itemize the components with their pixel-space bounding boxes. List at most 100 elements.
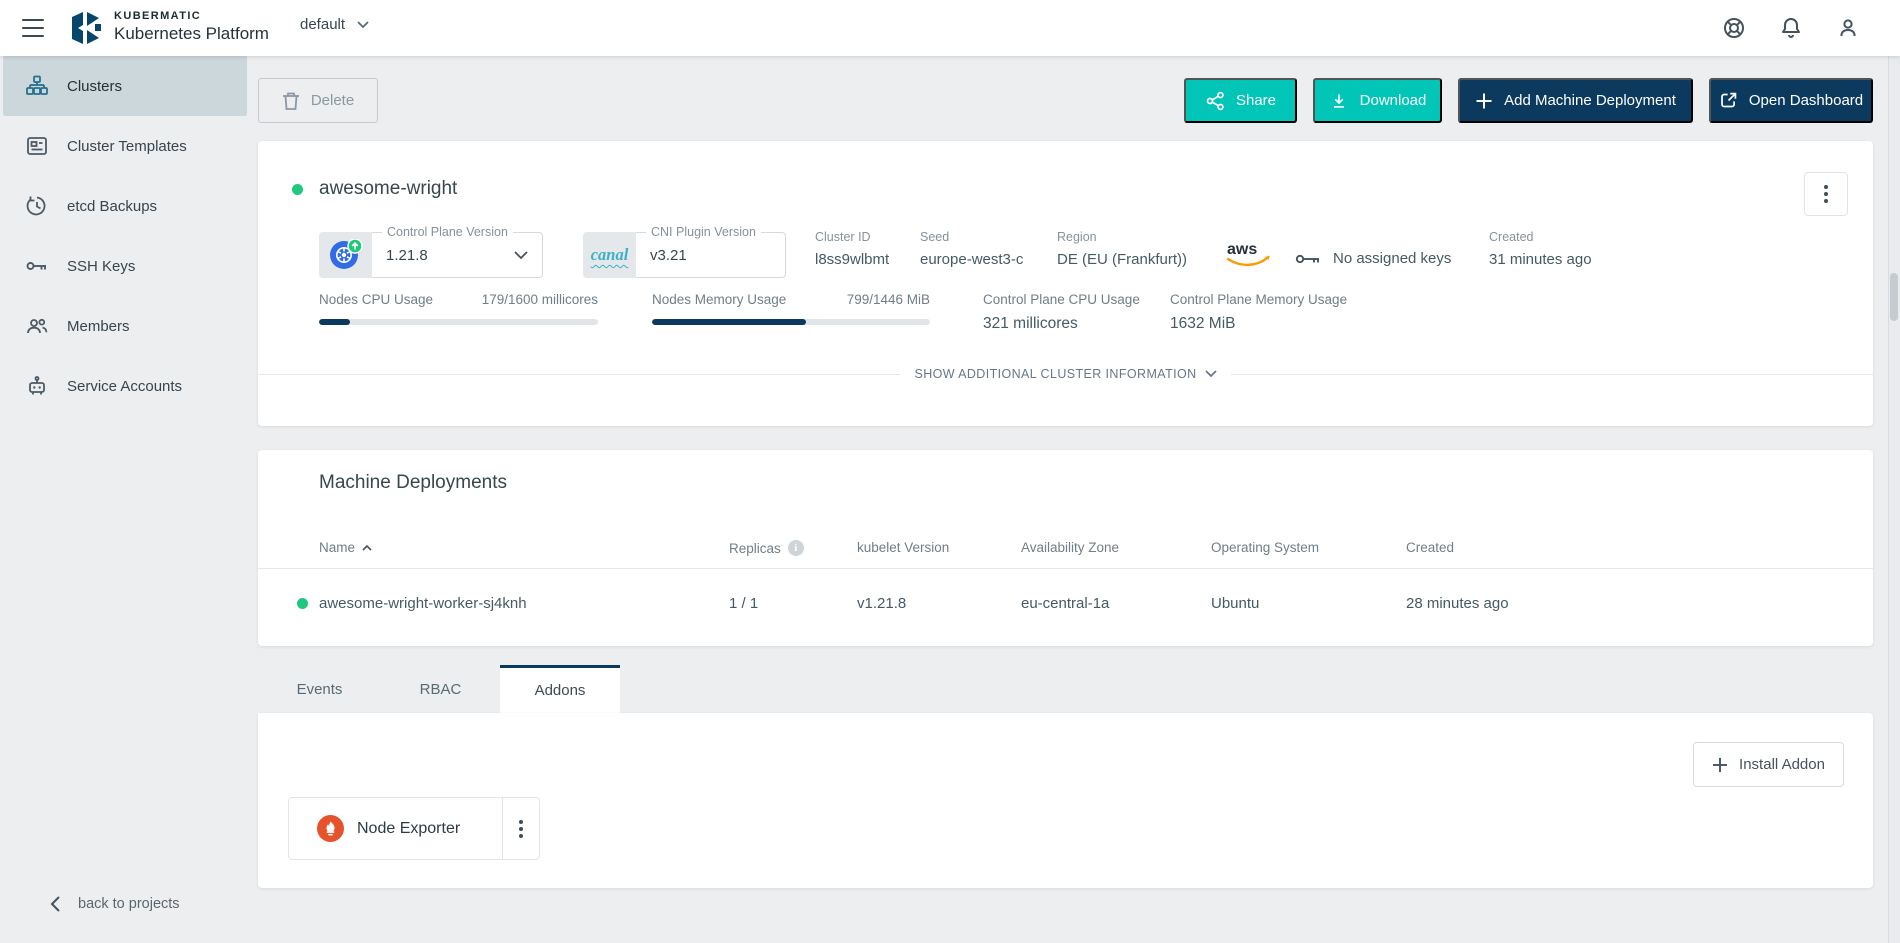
control-plane-version-label: Control Plane Version — [382, 225, 513, 239]
nodes-memory-value: 799/1446 MiB — [847, 292, 930, 307]
region-label: Region — [1057, 230, 1187, 244]
control-plane-memory-usage: Control Plane Memory Usage 1632 MiB — [1170, 292, 1347, 333]
show-additional-cluster-information-toggle[interactable]: SHOW ADDITIONAL CLUSTER INFORMATION — [258, 365, 1873, 383]
cluster-name: awesome-wright — [319, 178, 457, 200]
cluster-toolbar: Delete Share — [258, 78, 1873, 123]
nodes-cpu-progressbar — [319, 319, 598, 325]
sidebar-item-clusters[interactable]: Clusters — [3, 56, 247, 116]
share-icon — [1205, 90, 1225, 112]
main-content: Delete Share — [250, 56, 1888, 943]
scrollbar-thumb[interactable] — [1890, 273, 1898, 321]
addon-card-node-exporter: Node Exporter — [288, 797, 540, 860]
tab-events[interactable]: Events — [258, 665, 381, 713]
external-link-icon — [1719, 91, 1738, 110]
download-icon — [1329, 90, 1349, 112]
md-status-dot — [297, 598, 308, 609]
addon-info: Node Exporter — [289, 798, 502, 859]
tab-rbac[interactable]: RBAC — [381, 665, 500, 713]
top-header: KUBERMATIC Kubernetes Platform default — [0, 0, 1900, 56]
chevron-down-icon — [514, 251, 528, 260]
plus-icon — [1475, 92, 1493, 110]
key-icon — [1295, 252, 1321, 266]
md-kubelet-version: v1.21.8 — [857, 595, 906, 612]
sidebar-item-ssh-keys[interactable]: SSH Keys — [3, 236, 247, 296]
sidebar-item-cluster-templates[interactable]: Cluster Templates — [3, 116, 247, 176]
cluster-actions-kebab-button[interactable] — [1804, 172, 1848, 216]
app-root: KUBERMATIC Kubernetes Platform default — [0, 0, 1900, 943]
user-account-icon[interactable] — [1836, 16, 1860, 40]
notifications-bell-icon[interactable] — [1779, 16, 1803, 40]
machine-deployments-header: Name Replicas i kubelet Version Availabi… — [258, 540, 1873, 568]
open-dashboard-button[interactable]: Open Dashboard — [1709, 78, 1873, 123]
kubermatic-logo-icon — [70, 11, 104, 45]
cp-memory-value: 1632 MiB — [1170, 315, 1347, 333]
canal-logo-icon: canal — [583, 232, 636, 278]
share-button-label: Share — [1236, 92, 1276, 109]
page-scrollbar[interactable] — [1888, 56, 1900, 943]
project-selector-value: default — [300, 16, 345, 33]
nodes-memory-usage: Nodes Memory Usage 799/1446 MiB — [652, 292, 930, 325]
cluster-id-label: Cluster ID — [815, 230, 889, 244]
column-header-replicas: Replicas i — [729, 540, 804, 556]
sidebar-item-service-accounts[interactable]: Service Accounts — [3, 356, 247, 416]
sidebar-item-label: Service Accounts — [67, 378, 182, 395]
back-to-projects-link[interactable]: back to projects — [50, 895, 180, 913]
info-icon[interactable]: i — [788, 540, 804, 556]
ssh-keys-field[interactable]: No assigned keys — [1295, 250, 1451, 267]
addons-panel: Install Addon Node Exporter — [258, 713, 1873, 888]
history-icon — [25, 194, 49, 218]
robot-icon — [25, 374, 49, 398]
cluster-id-field: Cluster ID l8ss9wlbmt — [815, 230, 889, 268]
hamburger-menu-icon[interactable] — [20, 17, 46, 39]
machine-deployments-card: Machine Deployments Name Replicas i kube… — [258, 450, 1873, 646]
seed-value: europe-west3-c — [920, 251, 1023, 268]
sidebar-item-label: Cluster Templates — [67, 138, 187, 155]
column-header-operating-system: Operating System — [1211, 540, 1319, 555]
delete-button[interactable]: Delete — [258, 78, 378, 123]
nodes-cpu-value: 179/1600 millicores — [482, 292, 598, 307]
cp-memory-label: Control Plane Memory Usage — [1170, 292, 1347, 307]
region-value: DE (EU (Frankfurt)) — [1057, 251, 1187, 268]
created-field: Created 31 minutes ago — [1489, 230, 1592, 268]
sidebar-item-label: etcd Backups — [67, 198, 157, 215]
download-button[interactable]: Download — [1313, 78, 1442, 123]
install-addon-label: Install Addon — [1739, 756, 1825, 773]
seed-field: Seed europe-west3-c — [920, 230, 1023, 268]
share-button[interactable]: Share — [1184, 78, 1297, 123]
machine-deployment-row[interactable]: awesome-wright-worker-sj4knh 1 / 1 v1.21… — [258, 568, 1873, 640]
cluster-id-value: l8ss9wlbmt — [815, 251, 889, 268]
add-machine-deployment-button[interactable]: Add Machine Deployment — [1458, 78, 1693, 123]
column-header-created: Created — [1406, 540, 1454, 555]
cluster-details-row: Control Plane Version 1.21.8 canal CNI P… — [258, 228, 1873, 280]
addon-kebab-button[interactable] — [502, 798, 539, 859]
column-header-kubelet-version: kubelet Version — [857, 540, 949, 555]
machine-deployments-title: Machine Deployments — [319, 472, 507, 494]
sidebar-item-label: Members — [67, 318, 130, 335]
md-availability-zone: eu-central-1a — [1021, 595, 1109, 612]
chevron-left-icon — [50, 895, 61, 913]
cni-plugin-version-label: CNI Plugin Version — [646, 225, 761, 239]
svg-text:aws: aws — [1227, 241, 1257, 258]
install-addon-button[interactable]: Install Addon — [1693, 742, 1844, 787]
back-to-projects-label: back to projects — [78, 896, 180, 912]
help-icon[interactable] — [1722, 16, 1746, 40]
sidebar-item-etcd-backups[interactable]: etcd Backups — [3, 176, 247, 236]
nodes-memory-label: Nodes Memory Usage — [652, 292, 786, 307]
sidebar-item-label: SSH Keys — [67, 258, 135, 275]
sidebar-item-members[interactable]: Members — [3, 296, 247, 356]
created-label: Created — [1489, 230, 1592, 244]
cluster-card: awesome-wright — [258, 141, 1873, 426]
cluster-status-dot — [292, 184, 303, 195]
column-header-name[interactable]: Name — [319, 540, 372, 555]
tab-addons[interactable]: Addons — [500, 665, 620, 713]
sidebar: Clusters Cluster Templates etcd Backup — [0, 56, 250, 943]
delete-button-label: Delete — [311, 92, 354, 109]
sort-ascending-icon — [362, 545, 372, 551]
aws-provider-icon: aws — [1225, 240, 1273, 270]
seed-label: Seed — [920, 230, 1023, 244]
open-dashboard-label: Open Dashboard — [1749, 92, 1863, 109]
add-machine-deployment-label: Add Machine Deployment — [1504, 92, 1676, 109]
control-plane-version-select[interactable]: Control Plane Version 1.21.8 — [319, 232, 543, 278]
project-selector[interactable]: default — [300, 16, 369, 33]
brand-product: Kubernetes Platform — [114, 25, 269, 44]
